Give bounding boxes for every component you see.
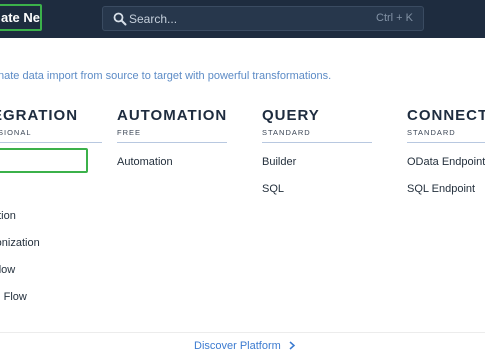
search-input[interactable]: [129, 7, 329, 30]
tagline: nate data import from source to target w…: [0, 70, 332, 82]
create-new-button[interactable]: ate New: [0, 4, 42, 31]
column-connect: CONNECT STANDARD OData Endpoint SQL Endp…: [407, 107, 485, 209]
menu-item[interactable]: SQL: [262, 182, 372, 209]
column-tier: FREE: [117, 128, 142, 137]
column-title: EGRATION: [0, 107, 79, 124]
column-divider: [0, 142, 102, 143]
focus-highlight: [0, 148, 88, 173]
menu-item[interactable]: OData Endpoint: [407, 155, 485, 182]
menu-item[interactable]: Flow: [0, 263, 102, 290]
footer-divider: [0, 332, 485, 333]
column-tier: SSIONAL: [0, 128, 32, 137]
menu-item[interactable]: ation: [0, 209, 102, 236]
column-tier: STANDARD: [407, 128, 456, 137]
column-title: QUERY: [262, 107, 320, 124]
top-bar: ate New Ctrl + K: [0, 0, 485, 38]
menu-item[interactable]: ronization: [0, 236, 102, 263]
column-integration: EGRATION SSIONAL t t ation ronization Fl…: [0, 107, 102, 317]
column-divider: [117, 142, 227, 143]
column-title: CONNECT: [407, 107, 485, 124]
column-query: QUERY STANDARD Builder SQL: [262, 107, 372, 209]
column-title: AUTOMATION: [117, 107, 228, 124]
menu-item[interactable]: Automation: [117, 155, 227, 182]
menu-item[interactable]: SQL Endpoint: [407, 182, 485, 209]
menu-item[interactable]: Builder: [262, 155, 372, 182]
column-divider: [262, 142, 372, 143]
search-box[interactable]: Ctrl + K: [102, 6, 424, 31]
chevron-right-icon: [289, 341, 295, 350]
column-automation: AUTOMATION FREE Automation: [117, 107, 227, 182]
column-tier: STANDARD: [262, 128, 311, 137]
search-icon: [113, 12, 127, 26]
discover-platform-link[interactable]: Discover Platform: [194, 340, 296, 352]
column-divider: [407, 142, 485, 143]
discover-platform-label: Discover Platform: [194, 340, 281, 352]
menu-item[interactable]: t: [0, 182, 102, 209]
search-shortcut-hint: Ctrl + K: [376, 12, 413, 24]
menu-item[interactable]: ol Flow: [0, 290, 102, 317]
